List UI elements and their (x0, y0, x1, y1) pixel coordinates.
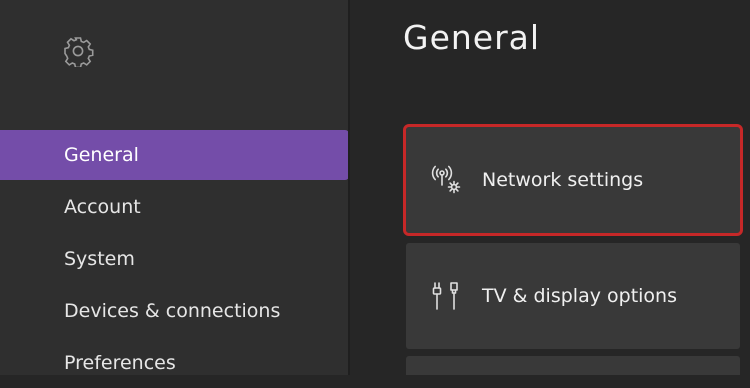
settings-sidebar: General Account System Devices & connect… (0, 0, 349, 375)
panel-divider (348, 0, 350, 375)
sidebar-item-label: General (64, 144, 139, 166)
sidebar-item-devices-connections[interactable]: Devices & connections (0, 286, 349, 336)
sidebar-item-general[interactable]: General (0, 130, 349, 180)
sidebar-item-label: System (64, 248, 135, 270)
network-settings-icon (431, 165, 461, 194)
sidebar-item-label: Devices & connections (64, 300, 281, 322)
tv-display-options-tile[interactable]: TV & display options (406, 243, 740, 349)
sidebar-item-system[interactable]: System (0, 234, 349, 284)
sidebar-item-account[interactable]: Account (0, 182, 349, 232)
sidebar-item-label: Account (64, 196, 141, 218)
next-settings-tile[interactable] (406, 356, 740, 375)
tile-label: TV & display options (482, 285, 677, 307)
tile-label: Network settings (482, 169, 644, 191)
tv-display-icon (432, 282, 458, 310)
sidebar-item-label: Preferences (64, 352, 176, 374)
network-settings-tile[interactable]: Network settings (403, 124, 743, 236)
page-title: General (403, 18, 541, 57)
sidebar-item-preferences[interactable]: Preferences (0, 338, 349, 388)
gear-icon (64, 37, 94, 67)
